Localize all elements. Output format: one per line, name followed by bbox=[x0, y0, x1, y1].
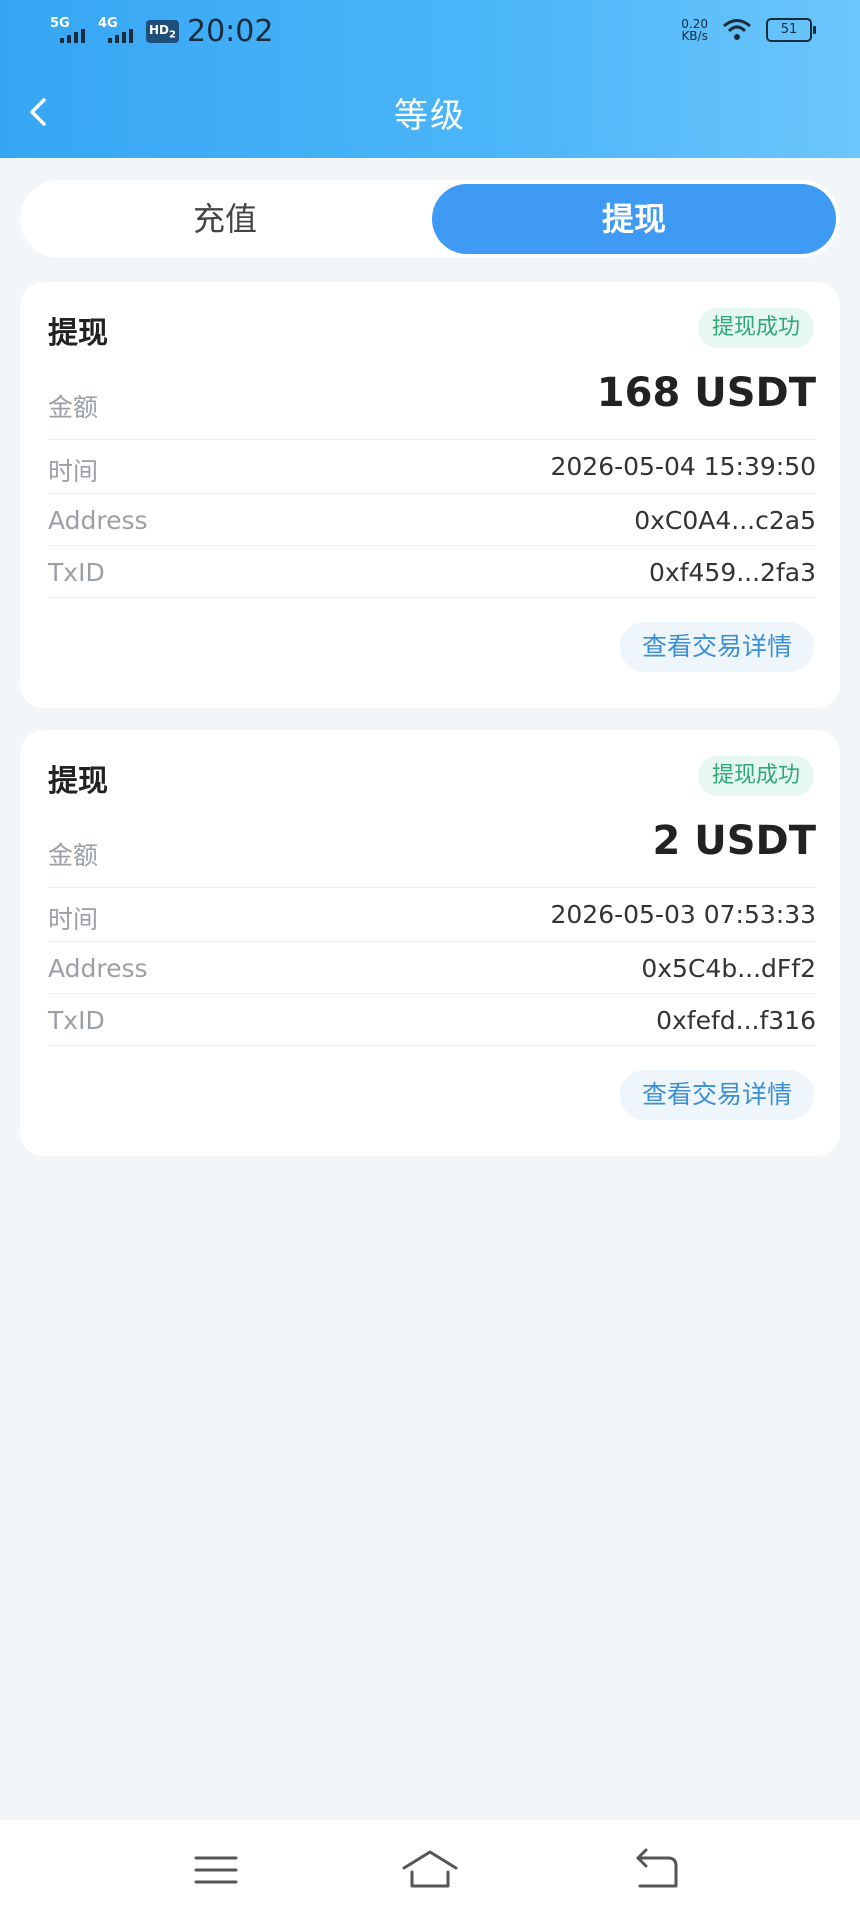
battery-level: 51 bbox=[780, 22, 798, 37]
time-value: 2026-05-03 07:53:33 bbox=[550, 900, 816, 929]
status-time: 20:02 bbox=[186, 14, 274, 49]
time-row: 时间 2026-05-03 07:53:33 bbox=[48, 888, 816, 942]
system-nav-bar bbox=[0, 1820, 860, 1920]
address-label: Address bbox=[48, 506, 148, 535]
address-row: Address 0x5C4b...dFf2 bbox=[48, 942, 816, 994]
network-5g: 5G bbox=[50, 17, 90, 47]
view-transaction-detail-button[interactable]: 查看交易详情 bbox=[619, 622, 814, 672]
amount-label: 金额 bbox=[48, 393, 99, 422]
amount-value: 2 USDT bbox=[652, 818, 816, 864]
address-label: Address bbox=[48, 954, 148, 983]
txid-row: TxID 0xfefd...f316 bbox=[48, 994, 816, 1046]
home-icon[interactable] bbox=[400, 1840, 460, 1900]
address-value: 0xC0A4...c2a5 bbox=[634, 506, 816, 535]
hd-badge: HD2 bbox=[146, 19, 179, 44]
status-right: 0.20 KB/s 51 bbox=[681, 18, 816, 42]
network-speed: 0.20 KB/s bbox=[681, 18, 708, 42]
withdraw-record-card: 提现 提现成功 金额 2 USDT 时间 2026-05-03 07:53:33… bbox=[20, 730, 840, 1156]
status-badge: 提现成功 bbox=[697, 756, 814, 796]
txid-value: 0xfefd...f316 bbox=[656, 1006, 816, 1035]
tab-recharge[interactable]: 充值 bbox=[24, 184, 426, 254]
status-left: 5G 4G HD2 20:02 bbox=[50, 14, 273, 49]
txid-label: TxID bbox=[48, 1006, 105, 1035]
hd-label: HD bbox=[149, 22, 170, 37]
signal-icon bbox=[60, 28, 85, 43]
amount-label: 金额 bbox=[48, 841, 99, 870]
txid-value: 0xf459...2fa3 bbox=[649, 558, 816, 587]
return-icon[interactable] bbox=[626, 1840, 686, 1900]
status-badge: 提现成功 bbox=[697, 308, 814, 348]
txid-label: TxID bbox=[48, 558, 105, 587]
hd-sub: 2 bbox=[169, 29, 176, 41]
withdraw-record-card: 提现 提现成功 金额 168 USDT 时间 2026-05-04 15:39:… bbox=[20, 282, 840, 708]
tab-switcher: 充值 提现 bbox=[20, 180, 840, 258]
time-value: 2026-05-04 15:39:50 bbox=[550, 452, 816, 481]
address-value: 0x5C4b...dFf2 bbox=[641, 954, 816, 983]
wifi-icon bbox=[723, 19, 751, 40]
address-row: Address 0xC0A4...c2a5 bbox=[48, 494, 816, 546]
amount-value: 168 USDT bbox=[596, 370, 816, 416]
header: 5G 4G HD2 20:02 0.20 KB/s 51 等级 bbox=[0, 0, 860, 158]
battery-icon: 51 bbox=[766, 18, 816, 42]
time-row: 时间 2026-05-04 15:39:50 bbox=[48, 440, 816, 494]
page-title: 等级 bbox=[394, 96, 466, 136]
amount-row: 金额 2 USDT bbox=[48, 812, 816, 888]
time-label: 时间 bbox=[48, 905, 99, 934]
record-title: 提现 bbox=[48, 764, 108, 799]
time-label: 时间 bbox=[48, 457, 99, 486]
menu-icon[interactable] bbox=[186, 1840, 246, 1900]
signal-icon bbox=[108, 28, 133, 43]
view-transaction-detail-button[interactable]: 查看交易详情 bbox=[619, 1070, 814, 1120]
speed-unit: KB/s bbox=[681, 29, 708, 43]
tab-withdraw[interactable]: 提现 bbox=[432, 184, 836, 254]
txid-row: TxID 0xf459...2fa3 bbox=[48, 546, 816, 598]
network-4g: 4G bbox=[98, 17, 138, 47]
amount-row: 金额 168 USDT bbox=[48, 364, 816, 440]
record-title: 提现 bbox=[48, 316, 108, 351]
nav-bar: 等级 bbox=[0, 66, 860, 158]
status-bar: 5G 4G HD2 20:02 0.20 KB/s 51 bbox=[0, 0, 860, 66]
